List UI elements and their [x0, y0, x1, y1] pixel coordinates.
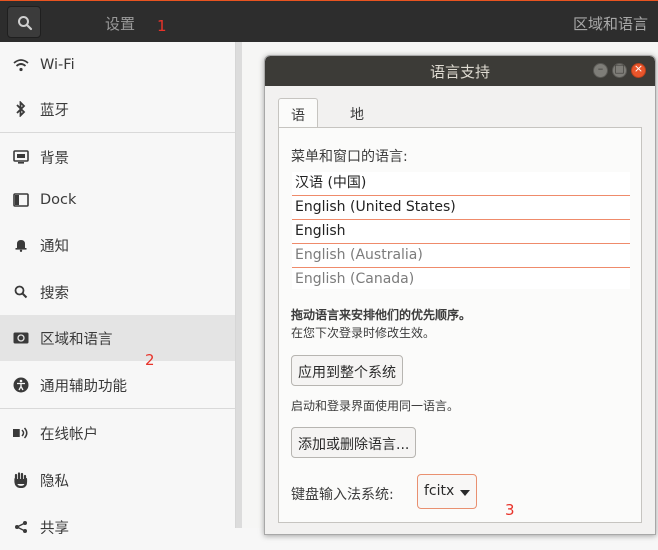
sidebar-item-label: 在线帐户	[40, 426, 98, 443]
sidebar-item-privacy[interactable]: 隐私	[0, 457, 235, 503]
sidebar-item-label: 通知	[40, 238, 69, 255]
minimize-icon: –	[597, 62, 604, 75]
sidebar-item-label: 背景	[40, 150, 69, 167]
sidebar-item-wifi[interactable]: Wi-Fi	[0, 42, 235, 88]
close-button[interactable]: ×	[631, 62, 646, 78]
menu-language-label: 菜单和窗口的语言:	[291, 149, 408, 165]
sidebar-item-label: 通用辅助功能	[40, 378, 127, 395]
online-accounts-icon	[12, 424, 30, 442]
background-icon	[12, 148, 30, 166]
keyboard-input-value: fcitx	[424, 483, 455, 499]
list-item[interactable]: English (Australia)	[292, 244, 630, 268]
tab-regional-formats[interactable]: 地区格式	[338, 98, 376, 183]
dock-icon	[12, 191, 30, 209]
panel-title: 区域和语言	[572, 15, 648, 33]
search-icon	[18, 16, 33, 31]
divider	[0, 408, 235, 409]
wifi-icon	[12, 56, 30, 74]
annotation-3: 3	[505, 501, 515, 519]
privacy-hand-icon	[12, 471, 30, 489]
accessibility-icon	[12, 376, 30, 394]
sidebar-item-notifications[interactable]: 通知	[0, 222, 235, 268]
region-icon	[12, 329, 30, 347]
sidebar-item-search[interactable]: 搜索	[0, 269, 235, 315]
annotation-1: 1	[157, 17, 167, 35]
maximize-icon: □	[614, 62, 625, 75]
sidebar: Wi-Fi 蓝牙 背景 Dock 通知 搜索 区域和语言 通用辅助功能 在线帐户…	[0, 42, 236, 537]
chevron-down-icon	[460, 490, 470, 496]
sidebar-item-label: 蓝牙	[40, 102, 69, 119]
sidebar-item-label: 区域和语言	[40, 331, 113, 348]
drag-hint: 拖动语言来安排他们的优先顺序。	[291, 308, 472, 322]
sidebar-item-accessibility[interactable]: 通用辅助功能	[0, 362, 235, 408]
keyboard-input-label: 键盘输入法系统:	[291, 487, 394, 503]
language-tab-panel: 菜单和窗口的语言: 汉语 (中国) English (United States…	[278, 127, 642, 523]
sidebar-item-label: 共享	[40, 520, 69, 537]
add-remove-languages-button[interactable]: 添加或删除语言...	[291, 427, 417, 458]
sidebar-item-dock[interactable]: Dock	[0, 177, 235, 223]
language-support-dialog: 语言支持 – □ × 地区格式 语言 菜单和窗口的语言: 汉语 (中国) Eng…	[264, 55, 656, 535]
bell-icon	[12, 236, 30, 254]
sidebar-item-sharing[interactable]: 共享	[0, 504, 235, 550]
share-icon	[12, 518, 30, 536]
bluetooth-icon	[12, 100, 30, 118]
sidebar-item-label: 隐私	[40, 473, 69, 490]
sidebar-item-label: Dock	[40, 192, 77, 208]
sidebar-item-online-accounts[interactable]: 在线帐户	[0, 410, 235, 456]
sidebar-item-background[interactable]: 背景	[0, 134, 235, 180]
search-button[interactable]	[7, 6, 41, 38]
tab-language[interactable]: 语言	[278, 98, 318, 144]
list-item[interactable]: English (Canada)	[292, 268, 630, 289]
language-list[interactable]: 汉语 (中国) English (United States) English …	[292, 172, 630, 289]
keyboard-input-select[interactable]: fcitx	[417, 474, 477, 509]
dialog-titlebar[interactable]: 语言支持 – □ ×	[265, 56, 655, 86]
sidebar-item-bluetooth[interactable]: 蓝牙	[0, 86, 235, 132]
list-item[interactable]: English	[292, 220, 630, 244]
close-icon: ×	[633, 62, 644, 75]
sidebar-item-label: 搜索	[40, 285, 69, 302]
annotation-2: 2	[145, 351, 155, 369]
settings-title: 设置	[105, 15, 136, 33]
apply-system-wide-button[interactable]: 应用到整个系统	[291, 355, 403, 386]
login-screen-hint: 启动和登录界面使用同一语言。	[291, 399, 460, 413]
divider	[0, 132, 235, 133]
search-icon	[12, 283, 30, 301]
header-bar: 设置 区域和语言	[0, 0, 658, 42]
sidebar-item-region-language[interactable]: 区域和语言	[0, 315, 235, 361]
maximize-button[interactable]: □	[612, 62, 627, 78]
list-item[interactable]: 汉语 (中国)	[292, 172, 630, 196]
login-hint: 在您下次登录时修改生效。	[291, 326, 436, 340]
sidebar-item-label: Wi-Fi	[40, 57, 75, 73]
minimize-button[interactable]: –	[593, 62, 608, 78]
list-item[interactable]: English (United States)	[292, 196, 630, 220]
